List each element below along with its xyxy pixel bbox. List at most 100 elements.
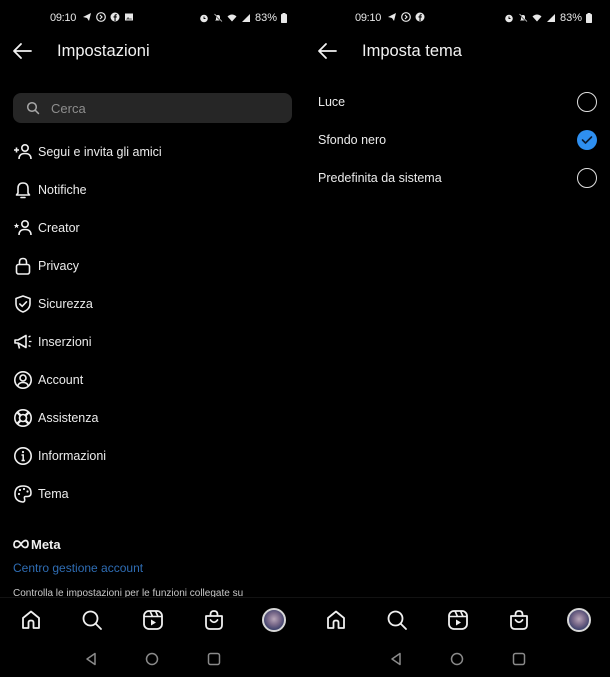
status-time: 09:10 [50,12,77,24]
settings-menu: Segui e invita gli amici Notifiche Creat… [0,133,305,513]
telegram-icon [388,13,396,21]
radio-button-unchecked[interactable] [577,168,597,188]
battery-percent: 83% [559,12,582,24]
profile-avatar[interactable] [262,608,286,632]
battery-icon [586,13,592,23]
meta-logo-text: Meta [31,536,61,552]
menu-item-label: Informazioni [38,449,107,463]
theme-option-system[interactable]: Predefinita da sistema [305,159,610,197]
back-arrow-icon[interactable] [12,42,32,60]
megaphone-icon [14,334,32,349]
facebook-icon [415,12,425,22]
home-circle-icon[interactable] [144,651,160,667]
meta-logo: Meta [13,536,61,552]
checkmark-icon [581,136,593,144]
theme-option-dark[interactable]: Sfondo nero [305,121,610,159]
menu-item-label: Assistenza [38,411,99,425]
info-icon [14,447,32,465]
wifi-icon [227,14,237,22]
mute-icon [213,13,223,23]
lock-icon [15,257,31,275]
search-icon[interactable] [385,608,409,632]
palette-icon [14,485,32,503]
bottom-nav [305,597,610,643]
back-triangle-icon[interactable] [388,651,404,667]
home-circle-icon[interactable] [449,651,465,667]
shop-icon[interactable] [507,608,531,632]
recents-square-icon[interactable] [511,651,527,667]
menu-item-label: Creator [38,221,80,235]
shazam-icon [401,12,411,22]
menu-item-notifications[interactable]: Notifiche [0,171,305,209]
menu-item-label: Privacy [38,259,79,273]
search-icon[interactable] [80,608,104,632]
alarm-icon [200,14,208,23]
search-input[interactable]: Cerca [13,93,292,123]
radio-button-checked[interactable] [577,130,597,150]
back-arrow-icon[interactable] [317,42,337,60]
lifebuoy-icon [14,409,32,427]
account-circle-icon [14,371,32,389]
page-title: Impostazioni [57,42,150,60]
settings-screen: 09:10 83% Impostazioni Cerca Segui e inv… [0,0,305,677]
bottom-nav [0,597,305,643]
battery-percent: 83% [254,12,277,24]
menu-item-label: Inserzioni [38,335,92,349]
alarm-icon [505,14,513,23]
theme-screen: 09:10 83% Imposta tema Luce Sfondo nero [305,0,610,677]
signal-icon [241,14,250,22]
menu-item-label: Tema [38,487,69,501]
menu-item-label: Sicurezza [38,297,93,311]
recents-square-icon[interactable] [206,651,222,667]
menu-item-security[interactable]: Sicurezza [0,285,305,323]
shazam-icon [96,12,106,22]
menu-item-info[interactable]: Informazioni [0,437,305,475]
profile-avatar[interactable] [567,608,591,632]
menu-item-label: Account [38,373,84,387]
status-bar: 09:10 83% [305,10,610,26]
wifi-icon [532,14,542,22]
system-nav-bar [0,645,305,677]
page-title: Imposta tema [362,42,462,60]
shield-check-icon [15,295,31,313]
bell-icon [15,182,31,199]
back-triangle-icon[interactable] [83,651,99,667]
status-bar: 09:10 83% [0,10,305,26]
menu-item-label: Notifiche [38,183,87,197]
theme-option-light[interactable]: Luce [305,83,610,121]
signal-icon [546,14,555,22]
status-time: 09:10 [355,12,382,24]
menu-item-help[interactable]: Assistenza [0,399,305,437]
menu-item-account[interactable]: Account [0,361,305,399]
reels-icon[interactable] [446,608,470,632]
menu-item-ads[interactable]: Inserzioni [0,323,305,361]
menu-item-theme[interactable]: Tema [0,475,305,513]
add-person-icon [14,143,32,160]
app-bar: Impostazioni [0,36,305,66]
gallery-icon [125,13,133,21]
theme-options: Luce Sfondo nero Predefinita da sistema [305,83,610,197]
meta-infinity-icon [13,539,29,549]
reels-icon[interactable] [141,608,165,632]
theme-option-label: Predefinita da sistema [318,171,442,185]
mute-icon [518,13,528,23]
system-nav-bar [305,645,610,677]
menu-item-creator[interactable]: Creator [0,209,305,247]
home-icon[interactable] [324,608,348,632]
theme-option-label: Sfondo nero [318,133,387,147]
telegram-icon [83,13,91,21]
facebook-icon [110,12,120,22]
radio-button-unchecked[interactable] [577,92,597,112]
creator-icon [13,219,32,236]
menu-item-follow-invite[interactable]: Segui e invita gli amici [0,133,305,171]
menu-item-label: Segui e invita gli amici [38,145,162,159]
home-icon[interactable] [19,608,43,632]
menu-item-privacy[interactable]: Privacy [0,247,305,285]
search-placeholder: Cerca [51,101,86,116]
accounts-center-link[interactable]: Centro gestione account [13,561,143,575]
search-icon [26,101,40,115]
shop-icon[interactable] [202,608,226,632]
battery-icon [281,13,287,23]
app-bar: Imposta tema [305,36,610,66]
theme-option-label: Luce [318,95,346,109]
